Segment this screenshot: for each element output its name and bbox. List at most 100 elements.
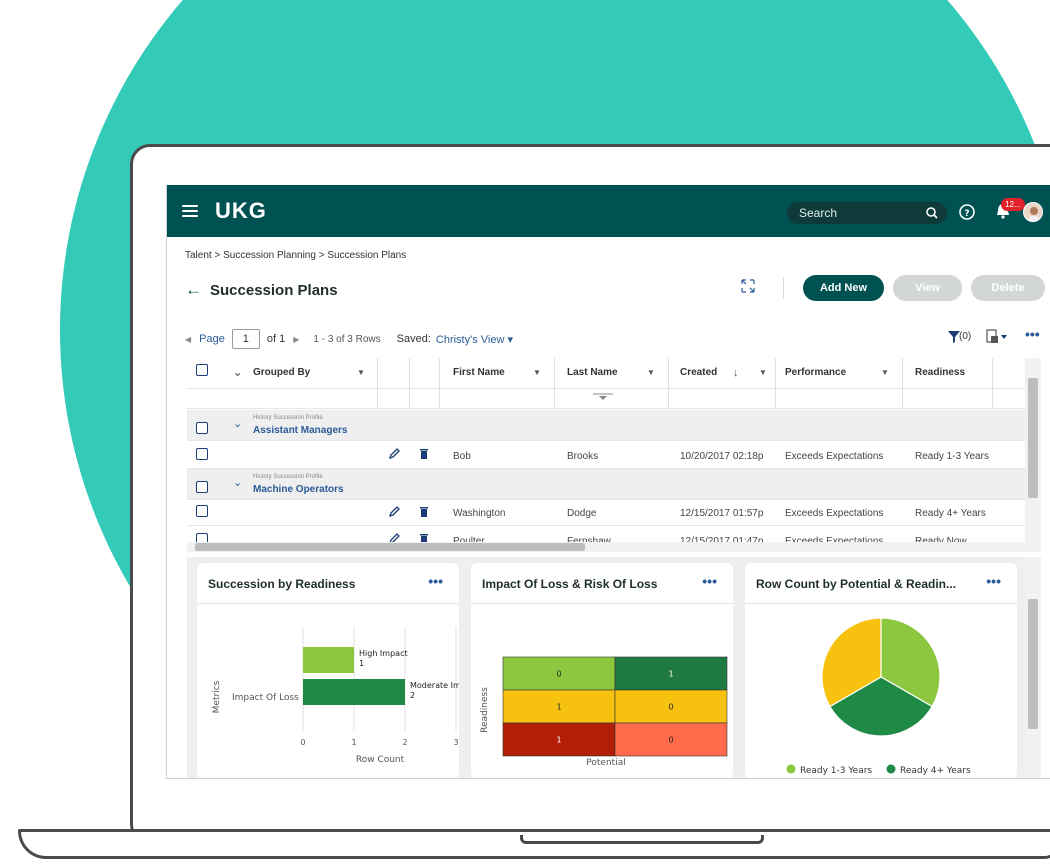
expand-icon[interactable] [740,278,756,294]
card-title: Succession by Readiness [208,577,356,591]
scrollbar-thumb[interactable] [1028,378,1038,498]
column-divider [554,358,555,408]
heatmap-value: 1 [668,670,673,679]
card-more-icon[interactable]: ••• [428,573,443,589]
impact-heatmap-chart: Readiness Potential 0 1 1 0 1 0 [480,656,728,768]
chart-bar-label: Moderate Im [410,681,459,690]
chevron-down-icon[interactable]: ▼ [357,358,365,388]
chart-category-label: Impact Of Loss [232,693,299,703]
card-divider [197,603,459,604]
dashboard-cards: Succession by Readiness ••• Metrics Impa… [187,557,1025,778]
chart-x-label: Potential [586,758,625,768]
pager: ◀ Page 1 of 1 ▶ 1 - 3 of 3 Rows Saved: C… [185,329,513,349]
group-title[interactable]: Machine Operators [253,484,344,495]
back-arrow-icon[interactable]: ← [185,280,202,300]
group-title[interactable]: Assistant Managers [253,425,347,436]
chart-data-label: 1 [359,659,364,668]
group-row[interactable]: ⌄ History Succession Profile Machine Ope… [187,469,1025,499]
menu-icon[interactable] [182,202,198,220]
card-divider [471,603,733,604]
chart-x-tick: 0 [300,738,305,747]
delete-icon[interactable] [417,505,431,519]
row-checkbox[interactable] [196,448,208,460]
search-icon[interactable] [922,203,942,223]
filter-row-icon[interactable] [591,391,615,403]
cell-first-name: Washington [453,508,506,519]
more-options-icon[interactable]: ••• [1025,326,1040,342]
prev-page-icon[interactable]: ◀ [185,335,191,344]
column-header-first-name[interactable]: First Name [453,358,505,388]
chevron-down-icon[interactable]: ▼ [647,358,655,388]
legend-label: Ready 1-3 Years [800,766,872,776]
chevron-down-icon[interactable]: ▼ [759,358,767,388]
toolbar-divider [783,277,784,299]
row-checkbox[interactable] [196,481,208,493]
column-header-readiness[interactable]: Readiness [915,358,965,388]
column-header-performance[interactable]: Performance [785,358,846,388]
select-all-checkbox[interactable] [196,364,208,376]
row-checkbox[interactable] [196,422,208,434]
chart-bar [303,647,354,673]
avatar[interactable] [1023,202,1043,222]
cell-performance: Exceeds Expectations [785,508,884,519]
chevron-down-icon[interactable]: ▼ [533,358,541,388]
chevron-down-icon[interactable]: ⌄ [233,417,242,430]
column-divider [668,358,669,408]
next-page-icon[interactable]: ▶ [293,335,299,344]
cell-created: 10/20/2017 02:18p [680,451,764,462]
card-title: Impact Of Loss & Risk Of Loss [482,577,658,591]
row-checkbox[interactable] [196,505,208,517]
view-button[interactable]: View [893,275,962,301]
column-header-created[interactable]: Created [680,358,717,388]
page-label: Page [199,333,225,345]
heatmap-value: 0 [556,670,561,679]
breadcrumb[interactable]: Talent > Succession Planning > Successio… [185,250,406,261]
legend-marker [786,764,796,774]
row-divider [187,408,1025,409]
notification-badge: 12... [1001,198,1025,211]
add-new-button[interactable]: Add New [803,275,884,301]
edit-icon[interactable] [387,505,401,519]
cards-vertical-scrollbar[interactable] [1025,557,1041,778]
card-more-icon[interactable]: ••• [702,573,717,589]
chart-bar-label: High Impact [359,649,408,658]
sort-desc-icon[interactable]: ↓ [733,358,739,388]
saved-view-dropdown[interactable]: Christy's View ▾ [436,333,513,346]
ukg-logo[interactable]: UKG [215,198,267,224]
chevron-down-icon[interactable]: ▼ [881,358,889,388]
row-count-card: Row Count by Potential & Readin... ••• R… [745,563,1017,778]
laptop-base [18,829,1050,859]
grid-horizontal-scrollbar[interactable] [187,542,1025,552]
chevron-down-icon[interactable]: ⌄ [233,476,242,489]
column-divider [902,358,903,408]
column-header-last-name[interactable]: Last Name [567,358,618,388]
card-more-icon[interactable]: ••• [986,573,1001,589]
column-header-grouped-by[interactable]: Grouped By [253,358,310,388]
edit-icon[interactable] [387,447,401,461]
delete-button[interactable]: Delete [971,275,1045,301]
svg-text:?: ? [964,209,969,219]
delete-icon[interactable] [417,447,431,461]
group-expand-icon[interactable]: ⌄ [233,358,242,388]
cell-first-name: Bob [453,451,471,462]
grid-vertical-scrollbar[interactable] [1025,358,1041,552]
cell-readiness: Ready 4+ Years [915,508,986,519]
group-row[interactable]: ⌄ History Succession Profile Assistant M… [187,410,1025,440]
chart-x-label: Row Count [356,755,405,765]
chart-y-label: Metrics [212,680,222,713]
help-icon[interactable]: ? [957,202,977,222]
cell-readiness: Ready 1-3 Years [915,451,989,462]
page-header: ← Succession Plans [185,280,338,300]
succession-by-readiness-card: Succession by Readiness ••• Metrics Impa… [197,563,459,778]
row-divider [187,499,1025,500]
chart-x-tick: 3 [453,738,458,747]
export-icon[interactable] [986,329,1010,345]
scrollbar-thumb[interactable] [1028,599,1038,729]
top-nav-bar: UKG Search ? 12... [167,185,1050,237]
page-number-input[interactable]: 1 [231,329,260,349]
page-count: of 1 [266,333,286,345]
row-count-pie-chart: Ready 1-3 Years Ready 4+ Years [786,617,971,776]
row-divider [187,388,1025,389]
scrollbar-thumb[interactable] [195,543,585,551]
card-divider [745,603,1017,604]
